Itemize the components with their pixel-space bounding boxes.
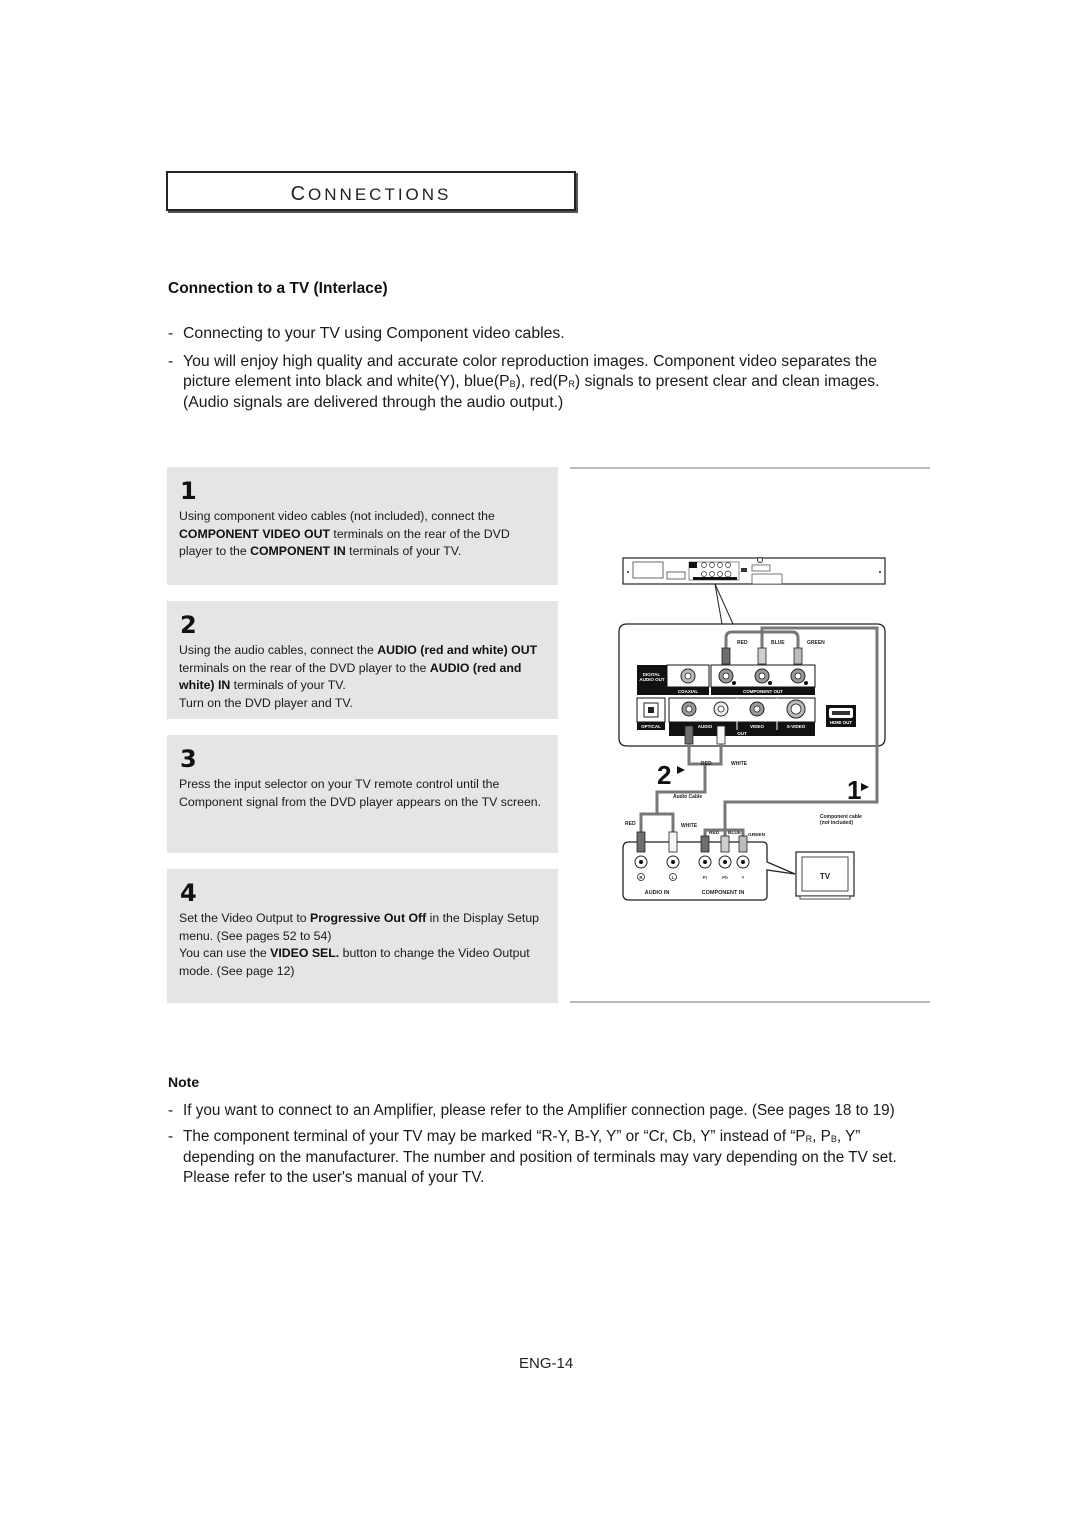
- text-run: terminals of your TV.: [345, 544, 462, 558]
- section-title: CONNECTIONS: [290, 183, 452, 205]
- section-header-box: CONNECTIONS: [166, 171, 576, 211]
- svg-text:Pb: Pb: [722, 875, 728, 880]
- dvd-terminal-panel: DIGITAL AUDIO OUT COAXIAL COMPONENT OUT …: [618, 623, 886, 747]
- svg-text:L: L: [672, 875, 675, 880]
- blue-label: BLUE: [771, 640, 785, 646]
- step-marker-2: 2: [657, 760, 671, 790]
- dvd-player-rear: [622, 557, 886, 585]
- green-label: GREEN: [807, 640, 825, 646]
- divider-top: [570, 467, 930, 469]
- component-cable-label: Component cable (not included): [820, 814, 863, 826]
- bold-term: Progressive Out Off: [310, 911, 427, 925]
- digital-audio-out-label: DIGITAL AUDIO OUT: [639, 672, 665, 682]
- bold-term: VIDEO SEL.: [270, 946, 340, 960]
- step-number: 2: [180, 611, 197, 639]
- arrow-right-icon: [677, 766, 685, 774]
- svg-text:WHITE: WHITE: [681, 823, 698, 829]
- page-number: ENG-14: [519, 1355, 574, 1372]
- svg-text:GREEN: GREEN: [748, 832, 766, 838]
- component-out-label: COMPONENT OUT: [743, 689, 783, 694]
- text-run: Using component video cables (not includ…: [179, 509, 495, 523]
- out-label: OUT: [737, 731, 747, 736]
- svg-text:Pr: Pr: [703, 875, 708, 880]
- step-text: Set the Video Output to Progressive Out …: [179, 910, 546, 980]
- text-run: terminals on the rear of the DVD player …: [179, 660, 430, 675]
- text-run: terminals of your TV.: [230, 678, 346, 692]
- text-run: Press the input selector on your TV remo…: [179, 777, 542, 809]
- step-marker-1: 1: [847, 775, 861, 805]
- bold-term: AUDIO (red and white) OUT: [377, 643, 538, 657]
- text-run: Set the Video Output to: [179, 911, 311, 925]
- intro-bullet: - You will enjoy high quality and accura…: [168, 353, 880, 411]
- intro-bullets: - Connecting to your TV using Component …: [168, 324, 918, 421]
- step-box-4: 4 Set the Video Output to Progressive Ou…: [167, 869, 558, 1003]
- step-text: Press the input selector on your TV remo…: [179, 776, 546, 811]
- tv-terminal-panel: R L Pr Pb Y AUDIO IN COMPONENT IN: [622, 831, 796, 901]
- arrow-right-icon: [861, 783, 869, 791]
- page-heading: Connection to a TV (Interlace): [168, 280, 388, 297]
- note-bullets: - If you want to connect to an Amplifier…: [168, 1101, 918, 1193]
- hdmi-out-label: HDMI OUT: [830, 720, 852, 725]
- note-bullet: - The component terminal of your TV may …: [168, 1127, 897, 1186]
- step-number: 4: [180, 879, 197, 907]
- tv-label: TV: [820, 872, 831, 881]
- s-video-label: S-VIDEO: [787, 724, 806, 729]
- text-run: You can use the: [179, 946, 271, 960]
- note-title: Note: [168, 1074, 200, 1090]
- step-text: Using the audio cables, connect the AUDI…: [179, 643, 538, 710]
- note-bullet: - If you want to connect to an Amplifier…: [168, 1102, 895, 1119]
- audio-cable-label: Audio Cable: [673, 794, 702, 800]
- red-label: RED: [737, 640, 748, 646]
- text-run: Using the audio cables, connect the: [179, 643, 378, 657]
- divider-bottom: [570, 1001, 930, 1003]
- svg-text:WHITE: WHITE: [731, 761, 748, 767]
- optical-label: OPTICAL: [641, 724, 661, 729]
- audio-in-label: AUDIO IN: [645, 890, 670, 896]
- svg-text:RED: RED: [625, 821, 636, 827]
- svg-text:RED: RED: [701, 761, 712, 767]
- svg-text:Y: Y: [741, 875, 744, 880]
- step-box-2: 2 Using the audio cables, connect the AU…: [167, 601, 558, 719]
- step-number: 3: [180, 745, 197, 773]
- tv-icon: TV: [795, 851, 855, 900]
- step-box-1: 1 Using component video cables (not incl…: [167, 467, 558, 585]
- step-text: Using component video cables (not includ…: [179, 508, 546, 561]
- svg-text:RED: RED: [709, 830, 720, 836]
- step-number: 1: [180, 477, 197, 505]
- svg-text:BLUE: BLUE: [728, 830, 742, 836]
- intro-bullet: - Connecting to your TV using Component …: [168, 325, 565, 342]
- connection-diagram: DIGITAL AUDIO OUT COAXIAL COMPONENT OUT …: [618, 557, 886, 901]
- bold-term: COMPONENT IN: [250, 544, 346, 558]
- step-box-3: 3 Press the input selector on your TV re…: [167, 735, 558, 853]
- coaxial-label: COAXIAL: [678, 689, 699, 694]
- audio-label: AUDIO: [698, 724, 713, 729]
- video-label: VIDEO: [750, 724, 765, 729]
- bold-term: COMPONENT VIDEO OUT: [179, 526, 330, 541]
- component-in-label: COMPONENT IN: [702, 890, 745, 896]
